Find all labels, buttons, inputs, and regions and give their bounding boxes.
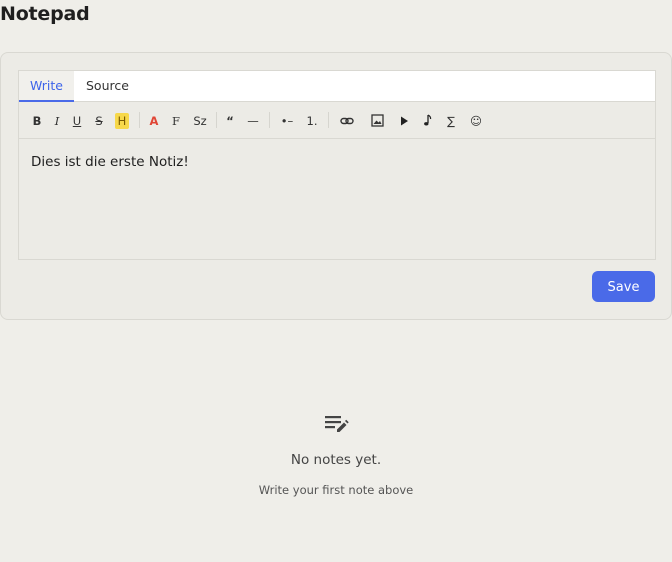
text-color-button[interactable]: A: [147, 113, 161, 129]
horizontal-rule-button[interactable]: —: [245, 113, 261, 129]
note-editor-card: Write Source B I U S H A F Sz “ — •– 1.: [0, 52, 672, 320]
underline-button[interactable]: U: [71, 113, 83, 129]
link-icon[interactable]: [339, 113, 355, 129]
font-size-button[interactable]: Sz: [191, 113, 209, 129]
notes-edit-icon: [322, 412, 350, 436]
toolbar-separator: [139, 112, 140, 128]
formatting-toolbar: B I U S H A F Sz “ — •– 1. ∑ ☺: [19, 102, 655, 139]
music-note-icon[interactable]: [421, 113, 435, 129]
empty-state-title: No notes yet.: [290, 452, 382, 468]
bold-button[interactable]: B: [31, 113, 43, 129]
strikethrough-button[interactable]: S: [93, 113, 105, 129]
bullet-list-button[interactable]: •–: [278, 113, 296, 129]
toolbar-separator: [269, 112, 270, 128]
highlight-button[interactable]: H: [115, 113, 129, 129]
formula-button[interactable]: ∑: [444, 113, 458, 129]
font-button[interactable]: F: [170, 113, 182, 129]
tab-source[interactable]: Source: [86, 71, 129, 101]
numbered-list-button[interactable]: 1.: [304, 113, 320, 129]
toolbar-separator: [216, 112, 217, 128]
editor-content[interactable]: Dies ist die erste Notiz!: [31, 154, 189, 170]
save-button[interactable]: Save: [592, 271, 655, 302]
toolbar-separator: [328, 112, 329, 128]
page-title: Notepad: [0, 3, 90, 25]
italic-button[interactable]: I: [51, 113, 63, 129]
play-icon[interactable]: [397, 113, 411, 129]
rich-text-editor: Write Source B I U S H A F Sz “ — •– 1.: [18, 70, 656, 260]
empty-state-subtitle: Write your first note above: [258, 483, 414, 497]
quote-button[interactable]: “: [223, 113, 237, 129]
tab-write[interactable]: Write: [19, 71, 74, 102]
image-icon[interactable]: [369, 113, 385, 129]
emoji-button[interactable]: ☺: [469, 113, 483, 129]
editor-tabs: Write Source: [19, 71, 655, 102]
